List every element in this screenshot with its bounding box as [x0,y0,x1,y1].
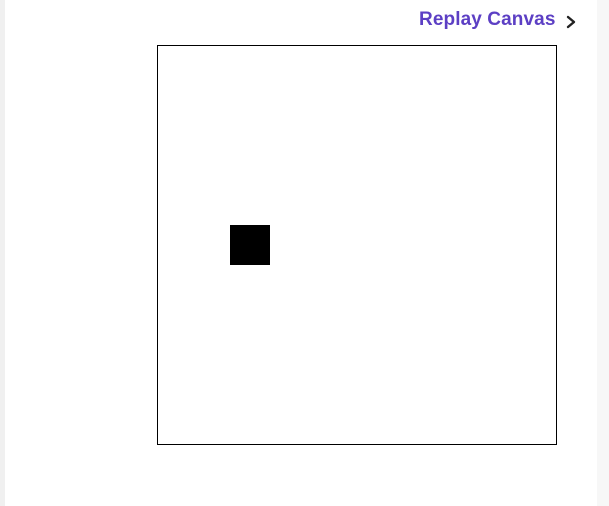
replay-canvas-link[interactable]: Replay Canvas [419,8,579,32]
replay-canvas-label: Replay Canvas [419,9,556,30]
page: Replay Canvas [0,0,609,506]
chevron-right-icon [563,14,579,30]
canvas-square [230,225,270,265]
right-scroll-track [597,0,609,506]
left-edge [0,0,5,506]
drawing-canvas[interactable] [157,45,557,445]
